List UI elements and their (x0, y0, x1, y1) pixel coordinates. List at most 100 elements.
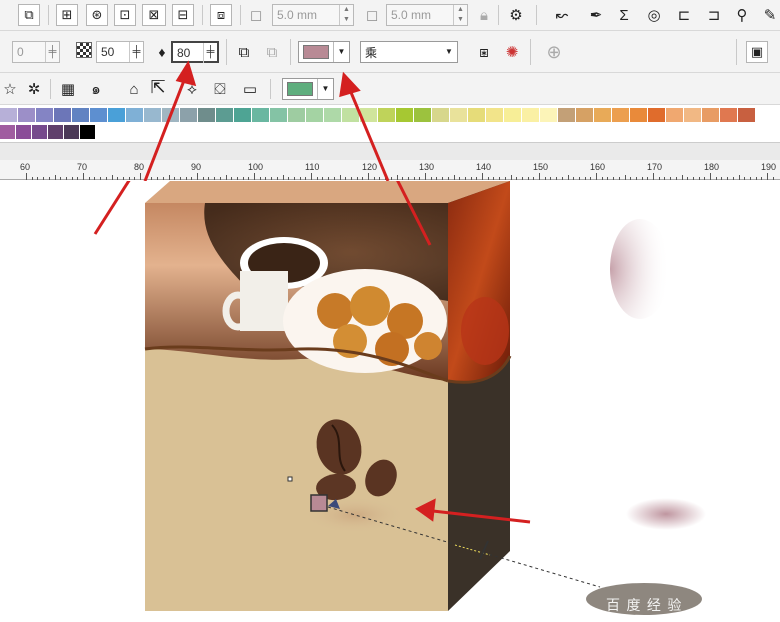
selection-handle[interactable] (287, 476, 293, 482)
color-swatch[interactable] (64, 125, 79, 139)
copy-shadow-icon[interactable]: ⧆ (474, 42, 494, 62)
chevron-down-icon[interactable]: ▼ (333, 42, 349, 62)
color-swatch[interactable] (0, 125, 15, 139)
spiral-icon[interactable]: ◎ (644, 5, 664, 25)
color-swatch[interactable] (198, 108, 215, 122)
color-swatch[interactable] (126, 108, 143, 122)
shape-icon[interactable]: ⌂ (124, 79, 144, 99)
outline-corner-icon[interactable]: ◻ (246, 5, 266, 25)
feather-slider-icon[interactable]: ╪ (129, 42, 143, 62)
freehand-icon[interactable]: ↜ (552, 5, 572, 25)
weld-icon[interactable]: ⊛ (86, 4, 108, 26)
shadow-start-handle[interactable] (310, 494, 328, 512)
color-swatch[interactable] (32, 125, 47, 139)
drawing-canvas[interactable]: 百 度 经 验 (0, 85, 780, 619)
color-swatch[interactable] (630, 108, 647, 122)
table-icon[interactable]: ▦ (58, 79, 78, 99)
color-swatch[interactable] (540, 108, 557, 122)
eyedropper-icon[interactable]: ✎ (760, 5, 780, 25)
color-swatch[interactable] (16, 125, 31, 139)
color-swatch[interactable] (324, 108, 341, 122)
outline-width-field-2[interactable]: 5.0 mm ▲ ▼ (386, 4, 468, 26)
callout-icon[interactable]: ▭ (240, 79, 260, 99)
color-swatch[interactable] (54, 108, 71, 122)
feather-edge-icon[interactable]: ⧉ (262, 42, 282, 62)
object-settings-icon[interactable]: ⚙ (506, 5, 526, 25)
color-swatch[interactable] (162, 108, 179, 122)
color-swatch[interactable] (36, 108, 53, 122)
connector-start-icon[interactable]: ⊏ (674, 5, 694, 25)
color-swatch[interactable] (666, 108, 683, 122)
horizontal-ruler[interactable]: 60 70 80 90 100 110 120 130 140 150 160 170 180 190 (0, 160, 780, 180)
color-swatch[interactable] (0, 108, 17, 122)
opacity-slider-icon[interactable]: ╪ (45, 42, 59, 62)
spiral-icon[interactable]: ๑ (86, 79, 106, 99)
color-swatch[interactable] (576, 108, 593, 122)
color-swatch[interactable] (72, 108, 89, 122)
color-swatch[interactable] (720, 108, 737, 122)
color-swatch[interactable] (180, 108, 197, 122)
align-icon[interactable]: ⊞ (56, 4, 78, 26)
feather-direction-icon[interactable]: ⧉ (234, 42, 254, 62)
star-icon[interactable]: ☆ (0, 79, 20, 99)
chevron-down-icon[interactable]: ▼ (317, 79, 333, 99)
color-swatch[interactable] (396, 108, 413, 122)
color-swatch[interactable] (48, 125, 63, 139)
color-swatch[interactable] (144, 108, 161, 122)
merge-mode-dropdown[interactable]: 乘 ▼ (360, 41, 458, 63)
connector-icon[interactable]: ⟡ (182, 79, 202, 99)
shadow-value-input[interactable]: 80 ╪ (171, 41, 219, 63)
color-swatch[interactable] (450, 108, 467, 122)
bezier-icon[interactable]: Σ (614, 5, 634, 25)
color-swatch[interactable] (738, 108, 755, 122)
color-swatch[interactable] (522, 108, 539, 122)
gear-icon[interactable]: ✲ (24, 79, 44, 99)
color-swatch[interactable] (414, 108, 431, 122)
color-swatch[interactable] (684, 108, 701, 122)
frame-icon[interactable]: ▣ (746, 41, 768, 63)
trim-icon[interactable]: ⊡ (114, 4, 136, 26)
add-preset-icon[interactable]: ⊕ (544, 42, 564, 62)
color-swatch[interactable] (648, 108, 665, 122)
lock-ratio-icon[interactable]: 🔒︎ (474, 5, 494, 25)
color-swatch[interactable] (342, 108, 359, 122)
color-swatch[interactable] (270, 108, 287, 122)
color-swatch[interactable] (108, 108, 125, 122)
color-swatch[interactable] (504, 108, 521, 122)
color-swatch[interactable] (612, 108, 629, 122)
chevron-down-icon[interactable]: ▼ (441, 42, 457, 62)
fill-color-dropdown[interactable]: ▼ (282, 78, 334, 100)
feather-input[interactable]: 50 ╪ (96, 41, 144, 63)
color-swatch[interactable] (432, 108, 449, 122)
color-swatch[interactable] (216, 108, 233, 122)
pin-icon[interactable]: ⚲ (732, 5, 752, 25)
color-swatch[interactable] (468, 108, 485, 122)
color-swatch[interactable] (234, 108, 251, 122)
clear-shadow-icon[interactable]: ✺ (502, 42, 522, 62)
simplify-icon[interactable]: ⊟ (172, 4, 194, 26)
box-side[interactable] (447, 181, 512, 611)
intersect-icon[interactable]: ⊠ (142, 4, 166, 26)
color-swatch[interactable] (378, 108, 395, 122)
color-swatch[interactable] (306, 108, 323, 122)
outline-width-field-1[interactable]: 5.0 mm ▲ ▼ (272, 4, 354, 26)
color-swatch[interactable] (80, 125, 95, 139)
outline-corner-icon-2[interactable]: ◻ (362, 5, 382, 25)
front-minus-back-icon[interactable]: ⧈ (210, 4, 232, 26)
color-swatch[interactable] (702, 108, 719, 122)
color-swatch[interactable] (486, 108, 503, 122)
shadow-color-dropdown[interactable]: ▼ (298, 41, 350, 63)
color-swatch[interactable] (360, 108, 377, 122)
copy-object-icon[interactable]: ⧉ (18, 4, 40, 26)
connector-end-icon[interactable]: ⊐ (704, 5, 724, 25)
pen-tool-icon[interactable]: ✒ (586, 5, 606, 25)
outline-width-spinner-1[interactable]: ▲ ▼ (339, 5, 353, 25)
color-swatch[interactable] (18, 108, 35, 122)
opacity-input[interactable]: 0 ╪ (12, 41, 60, 63)
outline-width-spinner-2[interactable]: ▲ ▼ (453, 5, 467, 25)
color-swatch[interactable] (288, 108, 305, 122)
color-swatch[interactable] (90, 108, 107, 122)
color-swatch[interactable] (558, 108, 575, 122)
color-swatch[interactable] (252, 108, 269, 122)
shadow-value-slider-icon[interactable]: ╪ (203, 43, 217, 63)
